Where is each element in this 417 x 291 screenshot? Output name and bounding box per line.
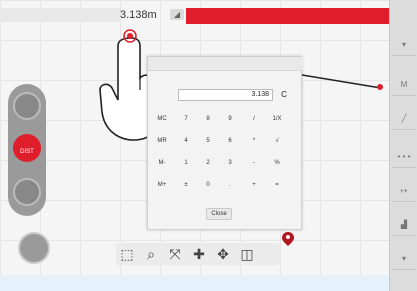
chevron-down-icon[interactable]: ▾ (392, 34, 416, 56)
key-mc[interactable]: MC (153, 113, 171, 125)
key-0[interactable]: 0 (199, 179, 217, 191)
key-5[interactable]: 5 (199, 135, 217, 147)
layers-icon[interactable] (13, 92, 41, 120)
m-button[interactable]: M (392, 74, 416, 96)
dist-label: DIST (20, 149, 34, 155)
pin-icon[interactable] (281, 231, 295, 247)
3d-view-icon[interactable]: ◫ (236, 243, 258, 265)
select-region-icon[interactable]: ⬚ (116, 243, 138, 265)
key-2[interactable]: 2 (199, 157, 217, 169)
key-8[interactable]: 8 (199, 113, 217, 125)
top-strip (0, 8, 120, 22)
key-equals[interactable]: = (268, 179, 286, 191)
key-reciprocal[interactable]: 1/X (268, 113, 286, 125)
key-decimal[interactable]: . (221, 179, 239, 191)
left-toolbar: DIST (8, 84, 46, 216)
key-m-plus[interactable]: M+ (153, 179, 171, 191)
pan-icon[interactable]: ✚ (188, 243, 210, 265)
measurement-endpoint[interactable] (377, 84, 383, 90)
tool-row: ⬚ ⌕ ⤧ ✚ ✥ ◫ (116, 243, 280, 265)
distance-readout[interactable]: 3.138m (120, 8, 157, 22)
line-tool-icon[interactable]: ╱ (392, 108, 416, 130)
stairs-icon[interactable]: ▟ (392, 214, 416, 236)
key-6[interactable]: 6 (221, 135, 239, 147)
key-plus[interactable]: + (245, 179, 263, 191)
zoom-icon[interactable]: ⌕ (140, 243, 162, 265)
key-9[interactable]: 9 (221, 113, 239, 125)
measurement-bar[interactable] (186, 8, 389, 24)
key-1[interactable]: 1 (177, 157, 195, 169)
path-tool-icon[interactable]: ↦ (392, 180, 416, 202)
key-mr[interactable]: MR (153, 135, 171, 147)
key-percent[interactable]: % (268, 157, 286, 169)
clear-key[interactable]: C (276, 89, 292, 101)
calculator-titlebar (148, 57, 303, 71)
fit-icon[interactable]: ⤧ (164, 243, 186, 265)
drawing-canvas[interactable]: 3.138m ◢ DIST ▾ M ╱ • • • ↦ ▟ ▾ 3.138 C … (0, 0, 417, 291)
dist-button[interactable]: DIST (13, 134, 41, 162)
navigation-pad[interactable] (18, 232, 50, 264)
calculator-display: 3.138 (178, 89, 273, 101)
close-button[interactable]: Close (206, 208, 232, 220)
m-label: M (400, 80, 408, 89)
key-7[interactable]: 7 (177, 113, 195, 125)
points-tool-icon[interactable]: • • • (392, 146, 416, 168)
key-4[interactable]: 4 (177, 135, 195, 147)
key-m-minus[interactable]: M- (153, 157, 171, 169)
bottom-strip (0, 275, 389, 291)
ruler-icon[interactable]: ◢ (170, 9, 184, 20)
calculator-dialog: 3.138 C MC 7 8 9 / 1/X MR 4 5 6 * √ M- 1… (147, 56, 303, 230)
key-3[interactable]: 3 (221, 157, 239, 169)
key-plus-minus[interactable]: ± (177, 179, 195, 191)
measurement-line (296, 73, 382, 89)
target-icon[interactable] (13, 178, 41, 206)
key-sqrt[interactable]: √ (268, 135, 286, 147)
key-multiply[interactable]: * (245, 135, 263, 147)
right-toolbar: ▾ M ╱ • • • ↦ ▟ ▾ (389, 0, 417, 291)
key-divide[interactable]: / (245, 113, 263, 125)
key-minus[interactable]: - (245, 157, 263, 169)
chevron-down-icon[interactable]: ▾ (392, 248, 416, 270)
move-icon[interactable]: ✥ (212, 243, 234, 265)
